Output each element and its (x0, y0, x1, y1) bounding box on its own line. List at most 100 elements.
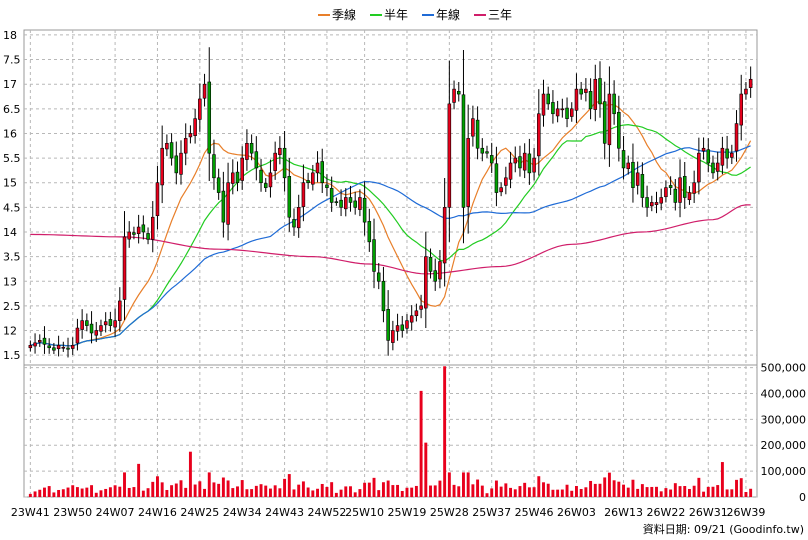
candle-body (263, 183, 268, 188)
volume-bar (268, 488, 272, 497)
candle-body (551, 102, 555, 115)
candle-body (70, 344, 75, 349)
volume-bar (90, 485, 94, 497)
volume-bar (43, 487, 46, 497)
price-tick-label: 7.5 (3, 54, 21, 67)
candle-body (282, 147, 287, 179)
candle-body (202, 83, 207, 99)
candle-body (457, 91, 461, 95)
candle-body (720, 147, 725, 166)
legend-label-ma_year: 年線 (436, 7, 460, 22)
volume-bar (325, 486, 329, 497)
volume-bar (579, 488, 583, 497)
volume-bar (631, 479, 635, 497)
candle-body (99, 325, 103, 332)
volume-bar (254, 485, 258, 497)
price-tick-label: 6.5 (3, 103, 21, 116)
volume-bar (664, 488, 668, 497)
candle-body (198, 98, 202, 120)
candle-body (744, 88, 748, 95)
candle-body (240, 157, 244, 181)
volume-bar (485, 493, 489, 497)
volume-bar (334, 492, 338, 497)
volume-bar (198, 481, 202, 497)
volume-bar (170, 485, 174, 497)
volume-tick-label: 300,000 (761, 413, 807, 426)
volume-bar (513, 489, 517, 497)
candle-body (489, 155, 494, 164)
candle-body (311, 172, 315, 185)
volume-bar (221, 477, 225, 497)
candle-body (296, 207, 301, 229)
candle-body (424, 256, 428, 309)
candle-body (565, 107, 569, 119)
candle-body (461, 94, 466, 208)
candle-body (141, 224, 146, 233)
candle-body (249, 143, 254, 154)
candle-body (725, 148, 729, 159)
candle-body (52, 347, 56, 351)
candle-body (414, 310, 419, 317)
volume-bar (311, 490, 315, 497)
candle-body (348, 197, 353, 203)
volume-bar (612, 480, 616, 497)
candle-body (602, 101, 607, 144)
volume-bar (574, 486, 578, 497)
volume-bar (537, 476, 541, 497)
volume-bar (593, 483, 597, 497)
volume-bar (730, 489, 734, 497)
volume-bar (273, 485, 277, 497)
legend-label-ma_half: 半年 (384, 8, 408, 22)
volume-bar (132, 487, 136, 497)
volume-bar (174, 483, 178, 497)
volume-bar (645, 487, 649, 497)
volume-bar (735, 479, 738, 497)
volume-bar (367, 482, 371, 497)
volume-bar (94, 492, 98, 497)
volume-bar (57, 489, 61, 497)
volume-bar (118, 486, 122, 497)
volume-tick-label: 0 (799, 491, 806, 504)
x-tick-label: 24W25 (180, 506, 219, 519)
candle-body (358, 197, 362, 210)
candle-body (405, 320, 409, 329)
candle-body (329, 188, 334, 203)
volume-bar (212, 482, 216, 497)
volume-bar (339, 489, 343, 497)
volume-bar (75, 487, 79, 497)
x-tick-label: 25W37 (472, 506, 511, 519)
candle-body (89, 323, 94, 334)
candle-body (216, 177, 221, 193)
candle-body (537, 113, 541, 157)
candle-body (372, 239, 376, 272)
candle-body (94, 330, 99, 336)
candle-body (494, 163, 499, 193)
price-tick-label: 2.5 (3, 300, 21, 313)
x-tick-label: 26W31 (689, 506, 728, 519)
candle-body (315, 162, 320, 174)
candle-body (391, 330, 395, 343)
candle-body (631, 161, 635, 188)
candle-body (28, 344, 33, 349)
candle-body (42, 337, 47, 345)
volume-bar (655, 486, 658, 497)
legend-label-ma_quarter: 季線 (332, 7, 356, 22)
candle-body (560, 108, 565, 111)
candle-body (273, 152, 277, 171)
candle-body (353, 200, 357, 208)
volume-bar (28, 493, 32, 497)
volume-bar (297, 484, 301, 497)
volume-bar (659, 491, 663, 497)
candle-body (522, 152, 527, 171)
volume-bar (725, 489, 729, 497)
x-tick-label: 23W50 (53, 506, 92, 519)
candle-body (645, 197, 649, 208)
volume-bar (377, 490, 381, 497)
candle-body (617, 111, 621, 149)
candle-body (513, 157, 518, 164)
volume-tick-label: 100,000 (761, 465, 807, 478)
x-tick-label: 26W13 (604, 506, 643, 519)
volume-bar (320, 483, 324, 497)
volume-bar (203, 488, 207, 497)
candle-body (555, 108, 560, 117)
